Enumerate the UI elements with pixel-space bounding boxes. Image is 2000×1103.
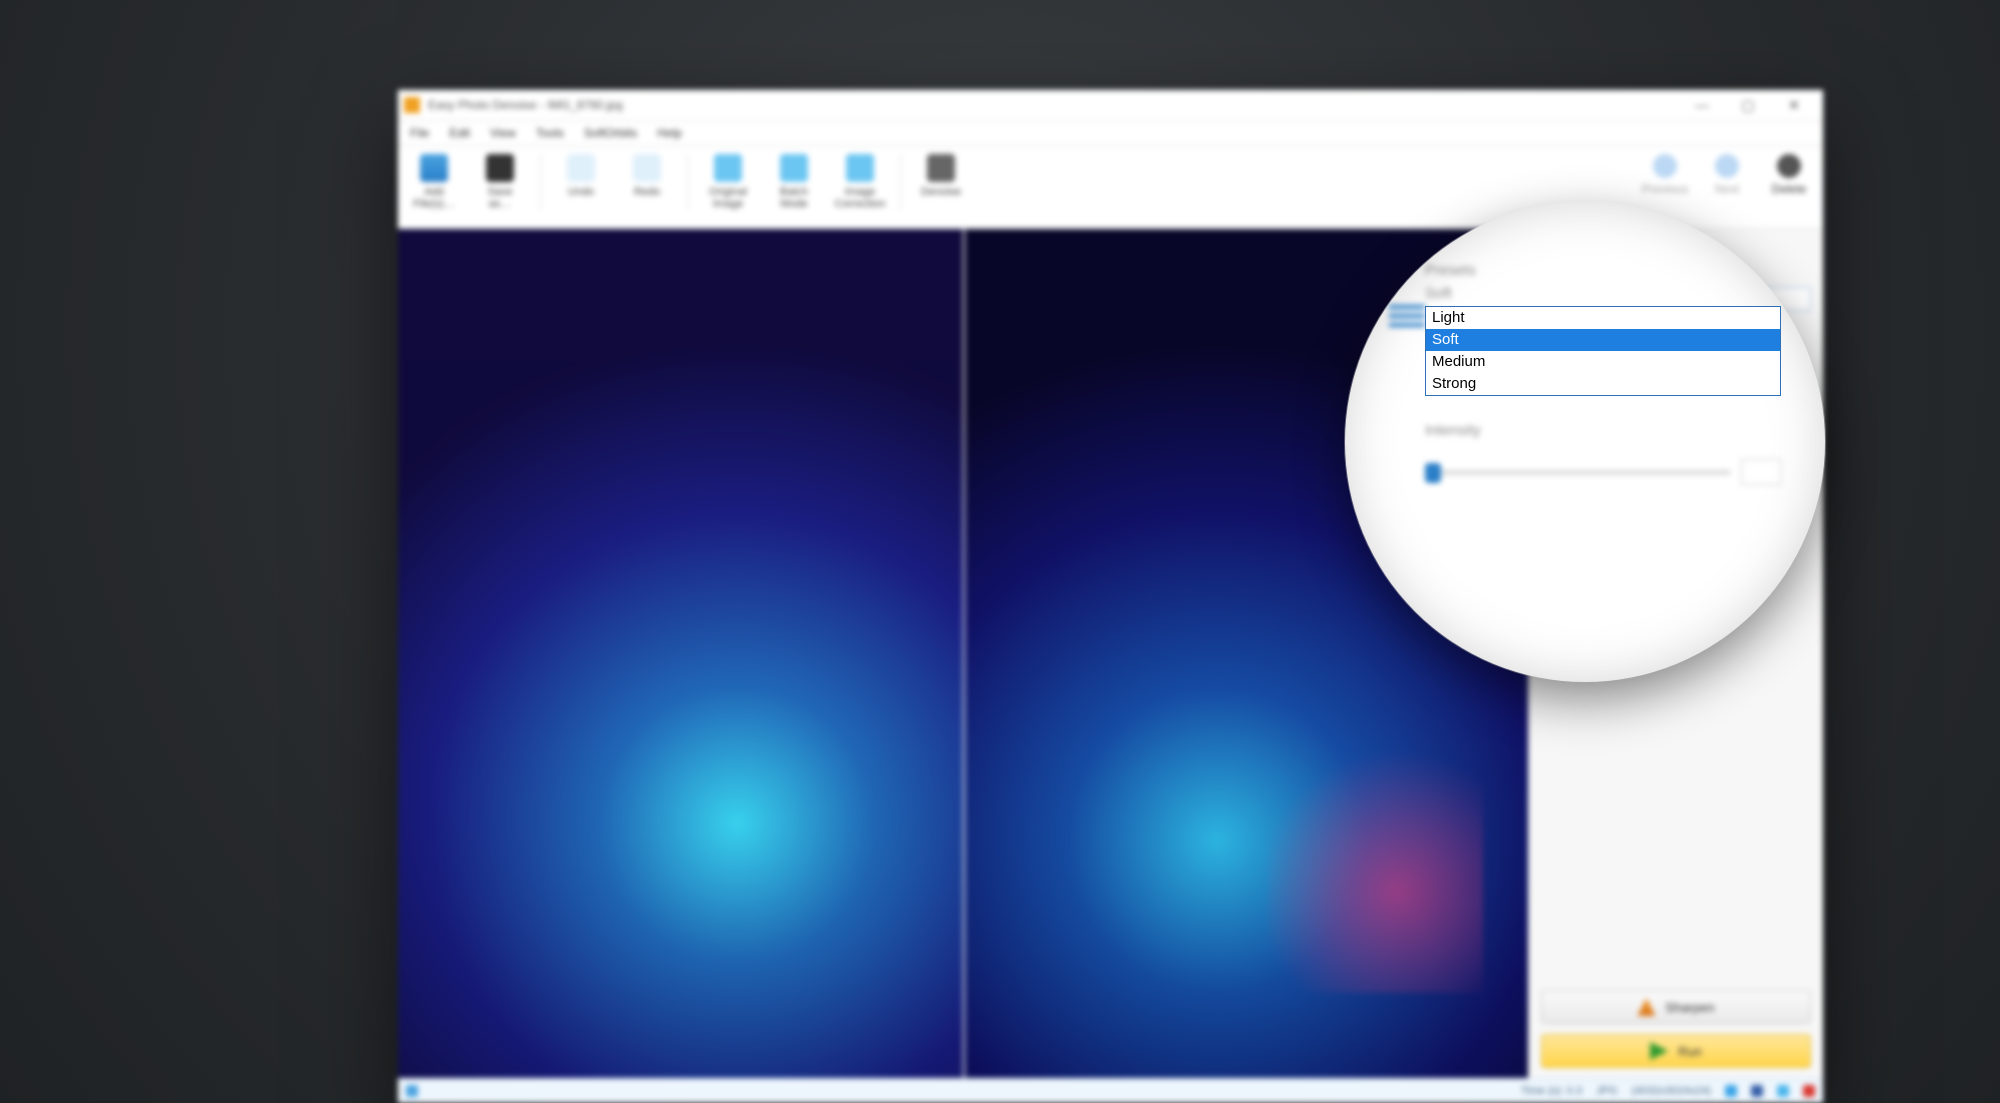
preset-option-strong[interactable]: Strong xyxy=(1426,373,1780,395)
status-dimensions: (4032x3024x24) xyxy=(1631,1085,1711,1097)
batch-mode-label: Batch Mode xyxy=(780,186,808,210)
denoise-button[interactable]: Denoise xyxy=(911,150,971,202)
delete-label: Delete xyxy=(1772,182,1807,196)
window-close-button[interactable]: ✕ xyxy=(1771,91,1817,119)
run-button[interactable]: Run xyxy=(1541,1034,1811,1068)
toolbar-separator xyxy=(900,154,901,210)
undo-label: Undo xyxy=(568,186,594,198)
trash-icon xyxy=(1777,154,1801,178)
previous-label: Previous xyxy=(1642,182,1689,196)
previous-button[interactable]: Previous xyxy=(1637,150,1693,200)
add-files-label: Add File(s)… xyxy=(413,186,455,210)
original-image-label: Original Image xyxy=(709,186,747,210)
redo-icon xyxy=(633,154,661,182)
window-maximize-button[interactable]: ▢ xyxy=(1725,91,1771,119)
image-correction-label: Image Correction xyxy=(835,186,886,210)
toolbar-separator xyxy=(687,154,688,210)
redo-label: Redo xyxy=(634,186,660,198)
status-icon xyxy=(406,1085,418,1097)
social-icon[interactable] xyxy=(1777,1085,1789,1097)
batch-mode-button[interactable]: Batch Mode xyxy=(764,150,824,214)
menu-help[interactable]: Help xyxy=(649,124,690,142)
mag-preset-selected: Soft xyxy=(1425,285,1781,302)
save-as-button[interactable]: Save as… xyxy=(470,150,530,214)
window-title: Easy Photo Denoise - IMG_8760.jpg xyxy=(428,98,623,112)
preset-option-light[interactable]: Light xyxy=(1426,307,1780,329)
redo-button[interactable]: Redo xyxy=(617,150,677,202)
social-icon[interactable] xyxy=(1751,1085,1763,1097)
comparison-divider[interactable] xyxy=(963,229,965,1078)
menubar: File Edit View Tools SoftOrbits Help xyxy=(398,121,1823,146)
toolbar-separator xyxy=(540,154,541,210)
menu-view[interactable]: View xyxy=(482,124,524,142)
preset-dropdown-open[interactable]: Light Soft Medium Strong xyxy=(1425,306,1781,396)
menu-file[interactable]: File xyxy=(402,124,437,142)
window-minimize-button[interactable]: — xyxy=(1679,91,1725,119)
previous-icon xyxy=(1653,154,1677,178)
next-label: Next xyxy=(1715,182,1740,196)
save-icon xyxy=(486,154,514,182)
mag-intensity-thumb[interactable] xyxy=(1425,463,1441,483)
status-bar: Time (s): 0.3 JPG (4032x3024x24) xyxy=(398,1078,1823,1103)
run-icon xyxy=(1650,1042,1668,1060)
status-format: JPG xyxy=(1596,1085,1617,1097)
add-files-button[interactable]: Add File(s)… xyxy=(404,150,464,214)
menu-softorbits[interactable]: SoftOrbits xyxy=(576,124,645,142)
social-icon[interactable] xyxy=(1725,1085,1737,1097)
magnifier-lens: Presets Soft Light Soft Medium Strong In… xyxy=(1345,202,1825,682)
batch-mode-icon xyxy=(780,154,808,182)
denoise-icon xyxy=(927,154,955,182)
undo-button[interactable]: Undo xyxy=(551,150,611,202)
mag-intensity-row xyxy=(1425,459,1781,485)
mag-intensity-value[interactable] xyxy=(1741,459,1781,485)
sharpen-button[interactable]: Sharpen xyxy=(1541,990,1811,1024)
undo-icon xyxy=(567,154,595,182)
menu-tools[interactable]: Tools xyxy=(528,124,572,142)
save-label: Save as… xyxy=(487,186,512,210)
sharpen-icon xyxy=(1637,998,1655,1016)
original-image-button[interactable]: Original Image xyxy=(698,150,758,214)
denoise-label: Denoise xyxy=(921,186,961,198)
titlebar: Easy Photo Denoise - IMG_8760.jpg — ▢ ✕ xyxy=(398,90,1823,121)
mag-intensity-slider[interactable] xyxy=(1425,470,1731,475)
menu-edit[interactable]: Edit xyxy=(441,124,478,142)
add-files-icon xyxy=(420,154,448,182)
social-icon[interactable] xyxy=(1803,1085,1815,1097)
preset-option-soft[interactable]: Soft xyxy=(1426,329,1780,351)
preset-option-medium[interactable]: Medium xyxy=(1426,351,1780,373)
image-correction-icon xyxy=(846,154,874,182)
next-button[interactable]: Next xyxy=(1699,150,1755,200)
image-correction-button[interactable]: Image Correction xyxy=(830,150,890,214)
preview-before xyxy=(398,229,963,1078)
sharpen-label: Sharpen xyxy=(1665,1000,1714,1015)
mag-presets-label: Presets xyxy=(1425,262,1781,279)
mag-intensity-label: Intensity xyxy=(1425,422,1781,439)
run-label: Run xyxy=(1678,1044,1702,1059)
next-icon xyxy=(1715,154,1739,178)
delete-button[interactable]: Delete xyxy=(1761,150,1817,200)
original-image-icon xyxy=(714,154,742,182)
status-time: Time (s): 0.3 xyxy=(1521,1085,1582,1097)
app-icon xyxy=(404,97,420,113)
